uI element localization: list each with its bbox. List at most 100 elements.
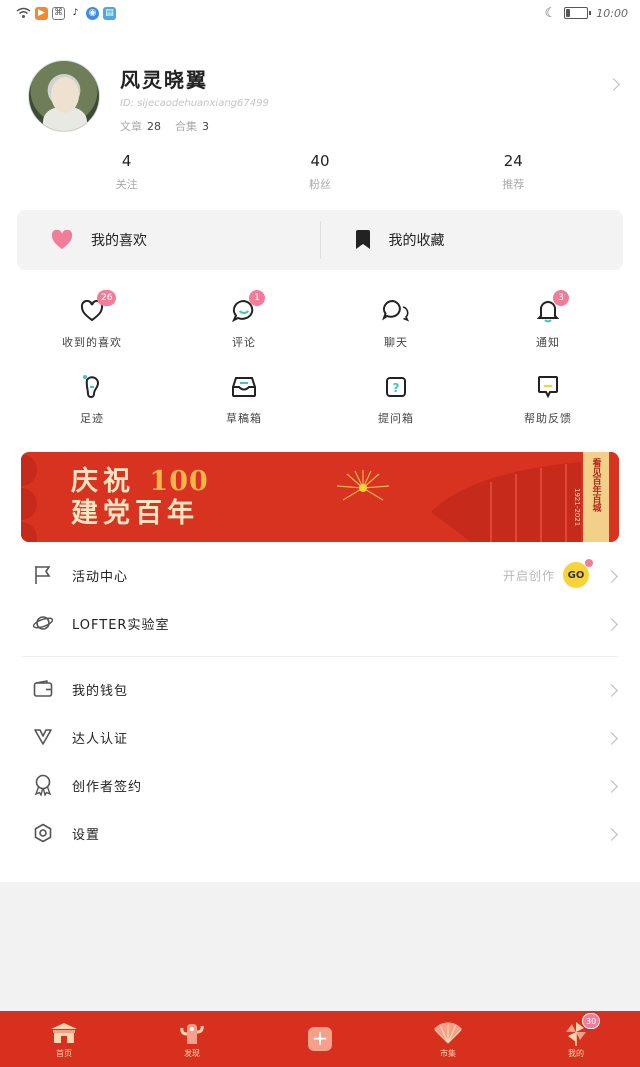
menu-item-label: 创作者签约 — [72, 779, 143, 795]
notification-badge: 26 — [97, 290, 117, 306]
count-number: 40 — [310, 152, 330, 170]
grid-item-comments[interactable]: 1 评论 — [168, 288, 320, 350]
menu-item-wallet[interactable]: 我的钱包 — [0, 665, 640, 713]
footprint-icon — [77, 372, 107, 402]
banner-years: 1921-2021 — [573, 488, 581, 527]
discover-icon — [142, 1019, 242, 1047]
svg-text:?: ? — [393, 381, 400, 395]
avatar-face — [51, 77, 79, 113]
tab-label: 首页 — [56, 1049, 72, 1058]
menu-item-expert-verification[interactable]: 达人认证 — [0, 713, 640, 761]
collections-label: 合集 — [175, 120, 197, 133]
grid-item-footprints[interactable]: 足迹 — [16, 364, 168, 426]
status-bar: ▶ ⌘ ♪ ◉ ▤ ☾ 10:00 — [0, 0, 640, 26]
my-likes-label: 我的喜欢 — [91, 233, 147, 249]
chevron-right-icon — [605, 680, 618, 699]
grid-item-drafts[interactable]: 草稿箱 — [168, 364, 320, 426]
my-favorites-button[interactable]: 我的收藏 — [321, 210, 624, 270]
chevron-right-icon — [605, 614, 618, 633]
chevron-right-icon[interactable] — [607, 74, 620, 93]
banner-line1-number: 100 — [149, 466, 209, 497]
grid-item-received-likes[interactable]: 26 收到的喜欢 — [16, 288, 168, 350]
browser-icon: ◉ — [86, 6, 99, 20]
chevron-right-icon — [605, 824, 618, 843]
fans-count[interactable]: 40 粉丝 — [260, 152, 380, 192]
user-id: ID: sijecaodehuanxiang67499 — [120, 98, 269, 109]
question-box-icon: ? — [381, 372, 411, 402]
tab-mine[interactable]: 我的 30 — [526, 1013, 626, 1059]
articles-stat: 文章 28 — [120, 118, 161, 134]
grid-item-chat[interactable]: 聊天 — [320, 288, 472, 350]
video-app-icon: ▶ — [35, 6, 48, 20]
menu-section-2: 我的钱包 达人认证 创作者签约 设置 — [0, 665, 640, 857]
tab-label: 发现 — [184, 1049, 200, 1058]
bottom-tab-bar: 首页 发现 + 市集 我的 30 — [0, 1011, 640, 1067]
battery-icon — [564, 7, 592, 19]
plus-icon: + — [270, 1025, 370, 1053]
follow-counts: 4 关注 40 粉丝 24 推荐 — [0, 152, 640, 192]
my-favorites-label: 我的收藏 — [388, 233, 445, 249]
start-creating-hint: 开启创作 — [502, 568, 555, 583]
menu-item-creator-signing[interactable]: 创作者签约 — [0, 761, 640, 809]
pinwheel-icon — [526, 1019, 626, 1047]
banner-line1: 庆祝 100 — [71, 466, 209, 498]
status-right: ☾ 10:00 — [545, 6, 628, 21]
comment-bubble-icon: 1 — [229, 290, 265, 326]
likes-favorites-bar: 我的喜欢 我的收藏 — [17, 210, 623, 270]
grid-item-label: 帮助反馈 — [524, 412, 572, 425]
profile-header[interactable]: 风灵晓翼 ID: sijecaodehuanxiang67499 文章 28 合集… — [28, 60, 628, 134]
tab-discover[interactable]: 发现 — [142, 1019, 242, 1059]
banner-line1-text: 庆祝 — [71, 466, 135, 497]
tiktok-icon: ♪ — [69, 6, 82, 20]
award-ribbon-icon — [32, 774, 54, 796]
following-count[interactable]: 4 关注 — [67, 152, 187, 192]
tab-market[interactable]: 市集 — [398, 1019, 498, 1059]
grid-item-question-box[interactable]: ? 提问箱 — [320, 364, 472, 426]
moon-icon: ☾ — [544, 5, 557, 21]
menu-item-lofter-lab[interactable]: LOFTER实验室 — [0, 599, 640, 647]
menu-item-label: 设置 — [72, 827, 101, 843]
menu-item-label: 我的钱包 — [72, 683, 129, 699]
tab-create[interactable]: + — [270, 1025, 370, 1054]
count-number: 4 — [121, 152, 132, 170]
banner-line2: 建党百年 — [71, 498, 199, 529]
articles-label: 文章 — [120, 120, 142, 133]
menu-item-label: 达人认证 — [72, 731, 129, 747]
menu-item-activity-center[interactable]: 活动中心 开启创作 GO — [0, 551, 640, 599]
count-label: 推荐 — [502, 178, 525, 191]
grid-item-help-feedback[interactable]: 帮助反馈 — [472, 364, 624, 426]
divider — [22, 656, 618, 657]
banner-arch — [431, 462, 581, 542]
status-icons: ▶ ⌘ ♪ ◉ ▤ — [16, 6, 116, 20]
recommend-count[interactable]: 24 推荐 — [453, 152, 573, 192]
gear-icon — [32, 822, 54, 844]
heart-filled-icon — [51, 230, 73, 250]
count-number: 24 — [503, 152, 523, 170]
centennial-banner[interactable]: 庆祝 100 建党百年 1921-2021 看见百年百城 — [21, 452, 619, 542]
menu-section-1: 活动中心 开启创作 GO LOFTER实验室 — [0, 551, 640, 647]
grid-item-label: 草稿箱 — [226, 412, 262, 425]
profile-page: 风灵晓翼 ID: sijecaodehuanxiang67499 文章 28 合集… — [0, 26, 640, 882]
status-time: 10:00 — [596, 6, 628, 20]
grid-item-label: 足迹 — [80, 412, 104, 425]
avatar[interactable] — [28, 60, 100, 132]
banner-title: 庆祝 100 建党百年 — [71, 466, 209, 530]
sunburst-icon — [336, 470, 390, 501]
banner-side-label: 看见百年百城 — [583, 452, 609, 542]
articles-count: 28 — [147, 120, 161, 133]
grid-item-label: 提问箱 — [378, 412, 414, 425]
heart-outline-icon: 26 — [77, 290, 117, 326]
tab-home[interactable]: 首页 — [14, 1019, 114, 1059]
menu-item-settings[interactable]: 设置 — [0, 809, 640, 857]
my-likes-button[interactable]: 我的喜欢 — [17, 210, 320, 270]
notification-badge: 3 — [553, 290, 569, 306]
chat-bubbles-icon — [381, 296, 411, 326]
home-gate-icon — [14, 1019, 114, 1047]
tab-badge: 30 — [582, 1013, 601, 1029]
feature-grid: 26 收到的喜欢 1 评论 聊天 3 通知 足迹 草稿箱 ? 提问箱 帮助反馈 — [16, 288, 624, 426]
menu-item-label: LOFTER实验室 — [72, 617, 170, 633]
planet-icon — [32, 612, 54, 634]
bookmark-icon — [355, 230, 370, 249]
grid-item-notifications[interactable]: 3 通知 — [472, 288, 624, 350]
go-button[interactable]: GO — [563, 559, 593, 588]
